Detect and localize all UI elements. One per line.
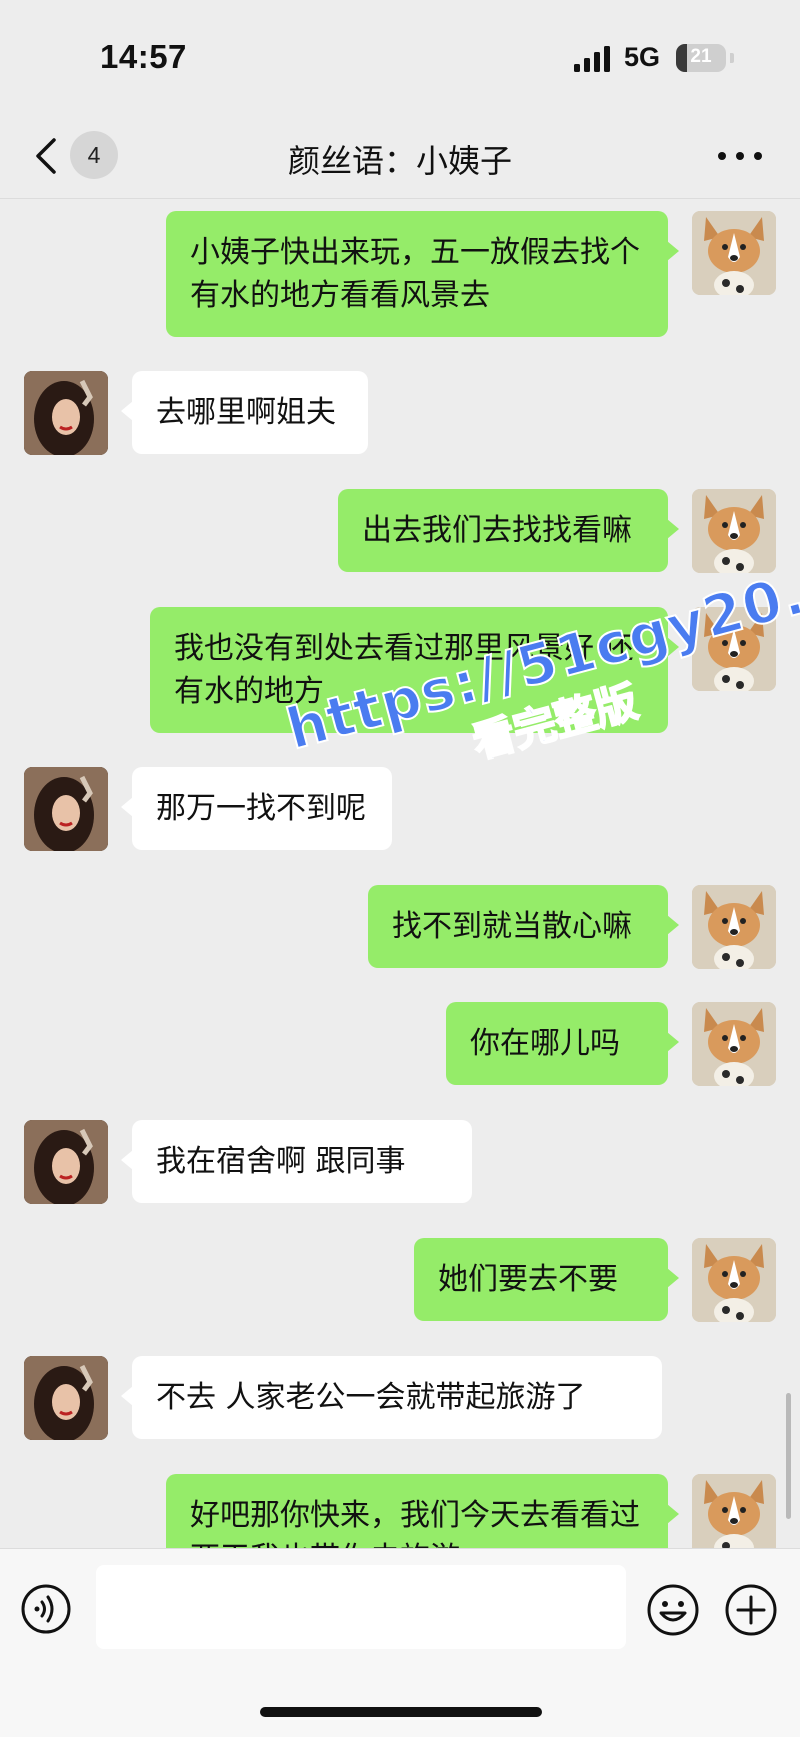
received-message-bubble[interactable]: 那万一找不到呢 [121, 767, 392, 850]
message-list[interactable]: 小姨子快出来玩，五一放假去找个 有水的地方看看风景去去哪里啊姐夫出去我们去找找看嘛… [0, 199, 800, 1548]
message-text-line: 出去我们去找找看嘛 [362, 513, 632, 548]
received-message-bubble[interactable]: 我在宿舍啊 跟同事 [121, 1120, 472, 1203]
my-avatar[interactable] [692, 489, 776, 573]
voice-icon[interactable] [20, 1583, 72, 1635]
emoji-icon[interactable] [646, 1583, 700, 1637]
message-text-line: 你在哪儿吗 [470, 1026, 620, 1061]
battery-percent: 21 [690, 46, 712, 67]
battery-nub [730, 53, 734, 63]
my-avatar[interactable] [692, 211, 776, 295]
received-message-bubble[interactable]: 去哪里啊姐夫 [121, 371, 368, 454]
message-text-line: 小姨子快出来玩，五一放假去找个 [190, 235, 640, 270]
message-text-line: 去哪里啊姐夫 [156, 395, 336, 430]
signal-icon [574, 46, 610, 72]
contact-avatar[interactable] [24, 1120, 108, 1204]
sent-message-bubble[interactable]: 小姨子快出来玩，五一放假去找个 有水的地方看看风景去 [166, 211, 679, 337]
message-text-line: 两天我也带你去旅游 [190, 1537, 644, 1548]
sent-message-bubble[interactable]: 我也没有到处去看过那里风景好 还有水的地方 [150, 607, 679, 733]
sent-message-bubble[interactable]: 好吧那你快来，我们今天去看看过两天我也带你去旅游 [166, 1474, 679, 1548]
sent-message-bubble[interactable]: 出去我们去找找看嘛 [338, 489, 679, 572]
contact-avatar[interactable] [24, 767, 108, 851]
my-avatar[interactable] [692, 1002, 776, 1086]
battery-icon: 21 [676, 44, 726, 72]
message-text-line: 不去 人家老公一会就带起旅游了 [156, 1380, 586, 1415]
plus-icon[interactable] [724, 1583, 778, 1637]
chat-header: 4 颜丝语：小姨子 [0, 118, 800, 199]
message-text-line: 我也没有到处去看过那里风景好 还 [174, 631, 634, 666]
message-text-line: 有水的地方看看风景去 [190, 278, 490, 313]
sent-message-bubble[interactable]: 她们要去不要 [414, 1238, 679, 1321]
scrollbar[interactable] [786, 1393, 791, 1519]
message-text-line: 她们要去不要 [438, 1262, 618, 1297]
message-text-line: 找不到就当散心嘛 [392, 909, 632, 944]
my-avatar[interactable] [692, 885, 776, 969]
contact-avatar[interactable] [24, 1356, 108, 1440]
my-avatar[interactable] [692, 1238, 776, 1322]
received-message-bubble[interactable]: 不去 人家老公一会就带起旅游了 [121, 1356, 662, 1439]
my-avatar[interactable] [692, 607, 776, 691]
status-time: 14:57 [100, 38, 187, 75]
message-text-line: 有水的地方 [174, 674, 324, 709]
input-bar [0, 1548, 800, 1737]
sent-message-bubble[interactable]: 找不到就当散心嘛 [368, 885, 679, 968]
home-indicator [260, 1707, 542, 1717]
sent-message-bubble[interactable]: 你在哪儿吗 [446, 1002, 679, 1085]
message-input[interactable] [96, 1565, 626, 1649]
more-dots-icon[interactable] [718, 152, 762, 162]
message-text-line: 那万一找不到呢 [156, 791, 366, 826]
network-type: 5G [624, 42, 661, 72]
my-avatar[interactable] [692, 1474, 776, 1548]
contact-avatar[interactable] [24, 371, 108, 455]
message-text-line: 好吧那你快来，我们今天去看看过 [190, 1498, 640, 1533]
message-text-line: 我在宿舍啊 跟同事 [156, 1144, 406, 1179]
chat-title: 颜丝语：小姨子 [287, 142, 512, 180]
status-bar: 14:57 5G 21 [0, 0, 800, 118]
